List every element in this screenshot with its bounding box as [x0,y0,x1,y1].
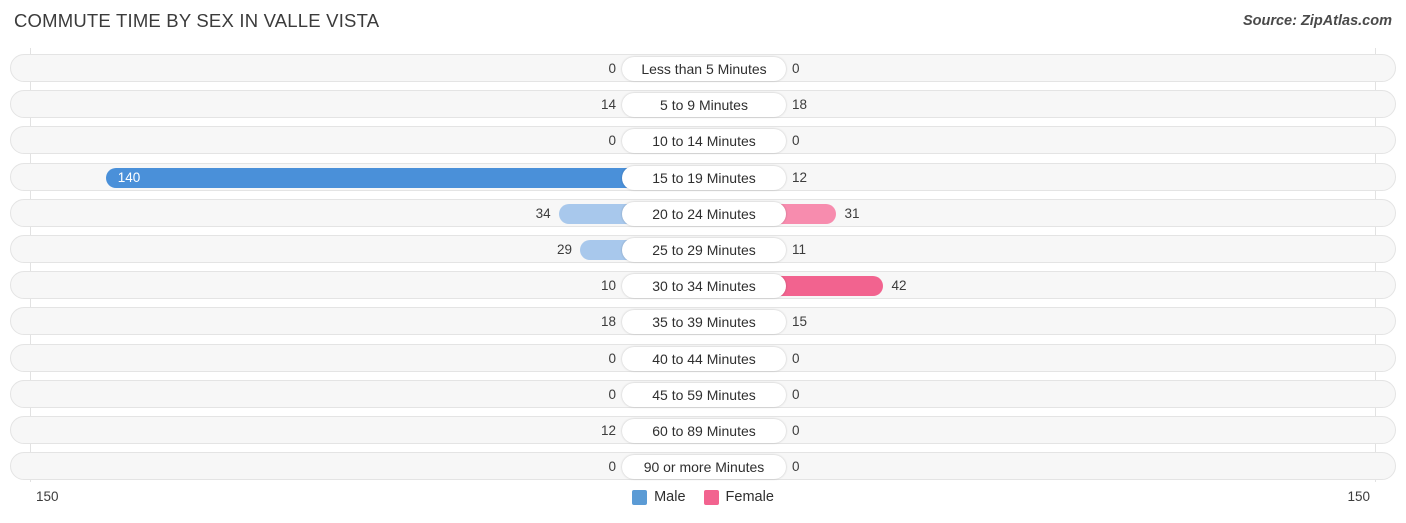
table-row: 0 0 40 to 44 Minutes [10,343,1396,372]
table-row: 10 42 30 to 34 Minutes [10,271,1396,300]
bar-value-male: 0 [608,350,616,366]
bar-male [105,167,704,188]
bar-value-male: 18 [600,314,616,330]
bar-value-female: 0 [792,459,800,475]
category-label: 10 to 14 Minutes [622,129,786,154]
bar-value-male: 12 [600,423,616,438]
bar-value-male: 14 [600,97,616,113]
category-label: 90 or more Minutes [622,455,786,480]
table-row: 29 11 25 to 29 Minutes [10,235,1396,263]
bar-value-female: 0 [792,423,800,438]
table-row: 0 0 45 to 59 Minutes [10,379,1396,408]
bar-value-female: 18 [792,97,808,113]
bar-value-female: 0 [792,350,800,366]
table-row: 34 31 20 to 24 Minutes [10,198,1396,227]
chart-footer: 150 150 Male Female [0,484,1406,523]
bar-value-female: 0 [792,61,800,76]
category-label: 15 to 19 Minutes [622,165,786,190]
bar-value-male: 0 [608,459,616,475]
chart-plot-area: 0 0 Less than 5 Minutes 14 18 5 to 9 Minutes 0… [0,48,1406,482]
category-label: 40 to 44 Minutes [622,346,786,371]
bar-value-male: 29 [557,242,573,257]
category-label: 60 to 89 Minutes [622,419,786,443]
category-label: 45 to 59 Minutes [622,382,786,407]
legend-swatch-icon [632,489,648,505]
bar-value-female: 42 [891,278,907,294]
legend-label: Male [654,489,686,505]
bar-value-female: 0 [792,386,800,402]
bar-value-male: 34 [535,205,551,221]
table-row: 0 0 90 or more Minutes [10,452,1396,481]
category-label: Less than 5 Minutes [622,57,786,81]
bar-value-female: 12 [792,169,808,185]
bar-value-male: 0 [608,133,616,149]
chart-legend: Male Female [0,489,1406,505]
bar-value-female: 0 [792,133,800,149]
table-row: 0 0 Less than 5 Minutes [10,54,1396,82]
page-title: COMMUTE TIME BY SEX IN VALLE VISTA [14,10,380,31]
source-attribution: Source: ZipAtlas.com [1242,13,1392,29]
table-row: 140 12 15 to 19 Minutes [10,162,1396,191]
category-label: 5 to 9 Minutes [622,93,786,118]
bar-value-male: 0 [608,386,616,402]
legend-item-female[interactable]: Female [703,489,774,505]
table-row: 12 0 60 to 89 Minutes [10,416,1396,444]
legend-item-male[interactable]: Male [632,489,686,505]
bar-value-male: 10 [600,278,616,294]
bar-value-female: 11 [792,242,807,257]
chart-header: COMMUTE TIME BY SEX IN VALLE VISTA Sourc… [0,0,1406,44]
bar-value-male: 0 [608,61,616,76]
bar-value-female: 31 [844,205,860,221]
legend-swatch-icon [703,489,719,505]
bar-value-male: 140 [117,169,141,185]
category-label: 35 to 39 Minutes [622,310,786,335]
bar-value-female: 15 [792,314,808,330]
table-row: 18 15 35 to 39 Minutes [10,307,1396,336]
category-label: 20 to 24 Minutes [622,201,786,226]
table-row: 14 18 5 to 9 Minutes [10,90,1396,119]
table-row: 0 0 10 to 14 Minutes [10,126,1396,155]
category-label: 30 to 34 Minutes [622,274,786,299]
category-label: 25 to 29 Minutes [622,238,786,262]
legend-label: Female [725,489,774,505]
bar-rows-container: 0 0 Less than 5 Minutes 14 18 5 to 9 Minutes 0… [0,48,1406,482]
